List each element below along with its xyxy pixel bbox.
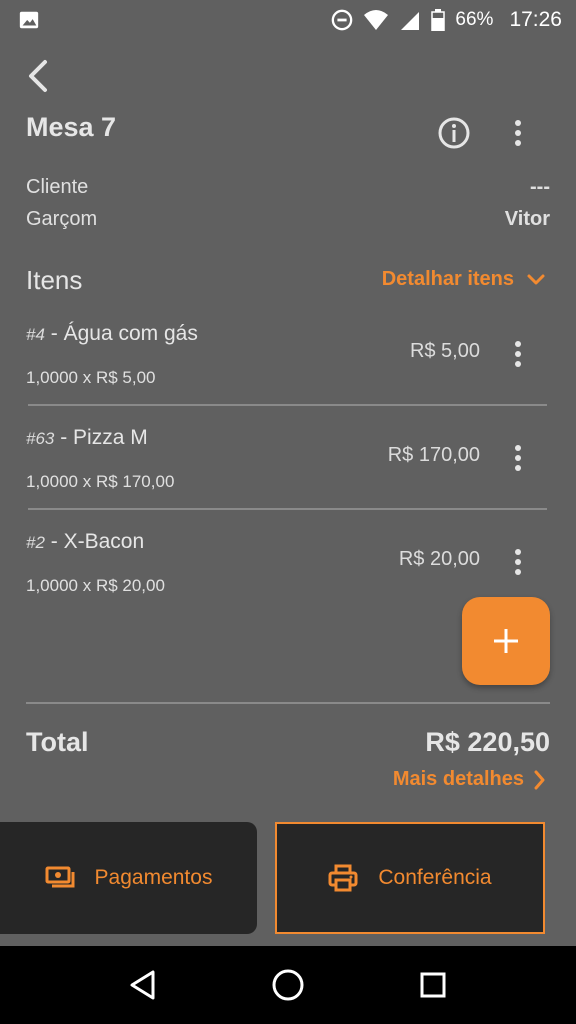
detail-items-link[interactable]: Detalhar itens [382, 268, 546, 291]
square-recents-icon [420, 972, 446, 998]
signal-icon [401, 12, 420, 30]
item-menu-button[interactable] [506, 440, 530, 476]
list-item[interactable]: #63 - Pizza M 1,0000 x R$ 170,00 R$ 170,… [26, 426, 550, 530]
clock: 17:26 [509, 8, 562, 31]
print-icon [328, 864, 358, 892]
item-price: R$ 20,00 [398, 548, 480, 570]
battery-percentage: 66% [455, 9, 494, 30]
item-price: R$ 170,00 [387, 444, 480, 466]
payments-icon [45, 866, 75, 888]
back-arrow-icon [29, 60, 47, 92]
info-button[interactable] [436, 115, 472, 151]
item-menu-button[interactable] [506, 336, 530, 372]
image-notification-icon [19, 11, 39, 29]
add-item-button[interactable] [462, 597, 550, 685]
system-nav-bar [0, 946, 576, 1024]
item-number: #63 [26, 429, 55, 448]
garcom-value: Vitor [504, 208, 550, 230]
more-details-label: Mais detalhes [392, 768, 524, 790]
overflow-menu-button[interactable] [504, 115, 532, 151]
divider [26, 702, 550, 704]
status-bar: 66% 17:26 [0, 0, 576, 40]
payments-label: Pagamentos [94, 866, 213, 889]
item-name: - X-Bacon [44, 530, 145, 553]
conference-button[interactable]: Conferência [275, 822, 545, 934]
do-not-disturb-icon [332, 9, 353, 31]
nav-back-button[interactable] [121, 963, 165, 1007]
battery-icon [431, 9, 446, 31]
triangle-back-icon [130, 970, 155, 1000]
more-vert-icon [515, 120, 521, 146]
detail-items-label: Detalhar itens [381, 268, 514, 290]
divider [28, 508, 547, 510]
info-icon [438, 117, 470, 149]
divider [28, 404, 547, 406]
conference-label: Conferência [378, 866, 492, 889]
more-vert-icon [515, 549, 521, 575]
page-title: Mesa 7 [26, 112, 117, 142]
cliente-label: Cliente [26, 176, 89, 198]
total-value: R$ 220,50 [425, 727, 550, 757]
plus-icon [494, 629, 518, 653]
item-name: - Pizza M [54, 426, 148, 449]
item-quantity: 1,0000 x R$ 5,00 [26, 368, 156, 387]
item-number: #2 [26, 533, 45, 552]
item-price: R$ 5,00 [409, 340, 480, 362]
nav-recents-button[interactable] [411, 963, 455, 1007]
chevron-down-icon [527, 274, 545, 284]
item-name: - Água com gás [44, 322, 198, 345]
garcom-label: Garçom [26, 208, 98, 230]
cliente-row: Cliente --- [26, 176, 550, 199]
item-menu-button[interactable] [506, 544, 530, 580]
item-quantity: 1,0000 x R$ 170,00 [26, 472, 175, 491]
nav-home-button[interactable] [266, 963, 310, 1007]
payments-button[interactable]: Pagamentos [0, 822, 257, 934]
item-quantity: 1,0000 x R$ 20,00 [26, 576, 165, 595]
more-vert-icon [515, 445, 521, 471]
more-vert-icon [515, 341, 521, 367]
chevron-right-icon [534, 770, 545, 789]
item-number: #4 [26, 325, 45, 344]
back-button[interactable] [20, 58, 56, 94]
list-item[interactable]: #4 - Água com gás 1,0000 x R$ 5,00 R$ 5,… [26, 322, 550, 426]
total-label: Total [26, 727, 89, 757]
more-details-link[interactable]: Mais detalhes [393, 768, 546, 791]
wifi-icon [364, 10, 389, 30]
circle-home-icon [272, 969, 304, 1001]
garcom-row: Garçom Vitor [26, 208, 550, 231]
cliente-value: --- [530, 176, 550, 198]
items-section-title: Itens [26, 265, 83, 295]
